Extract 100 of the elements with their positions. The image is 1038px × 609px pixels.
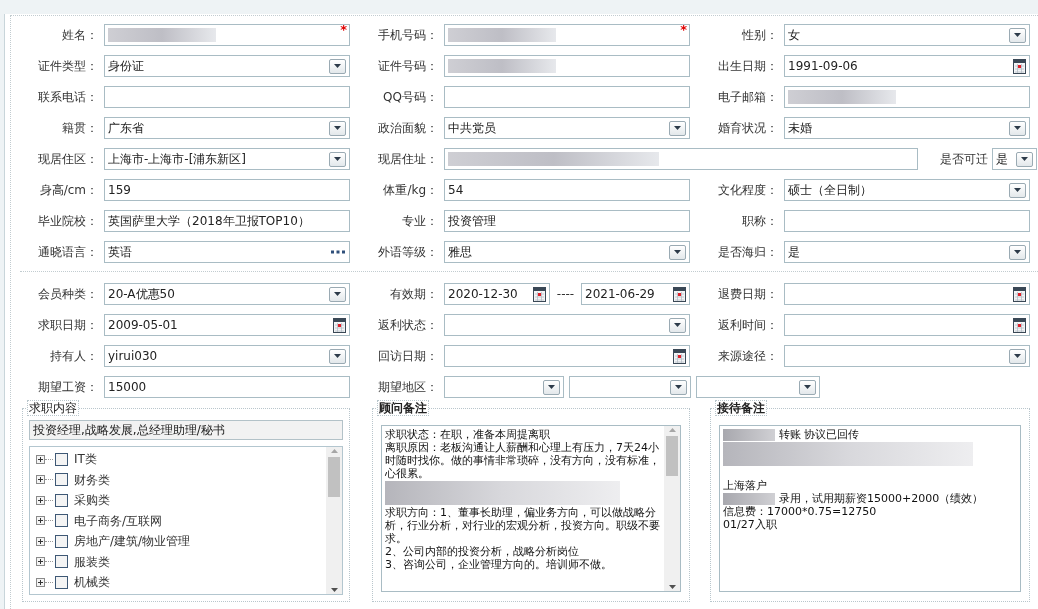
- dropdown-button[interactable]: [543, 379, 560, 395]
- summary-field[interactable]: 投资经理,战略发展,总经理助理/秘书: [29, 420, 343, 440]
- plus-box-icon[interactable]: [36, 495, 45, 505]
- notes-field[interactable]: 转账 协议已回传 上海落户 录用，试用期薪资15000+2000（绩效） 信息费：17000*0.75=12750 01/27入职: [719, 425, 1021, 592]
- text-field[interactable]: [784, 210, 1030, 232]
- dropdown-button[interactable]: [329, 58, 346, 74]
- text-field[interactable]: 54: [444, 179, 690, 201]
- text-field[interactable]: [444, 86, 690, 108]
- select-field[interactable]: [444, 376, 564, 398]
- checkbox[interactable]: [55, 575, 68, 589]
- caret-down-icon: [334, 354, 341, 358]
- tree-item-label[interactable]: 采购类: [74, 491, 110, 510]
- dropdown-button[interactable]: [329, 120, 346, 136]
- tree-item-label[interactable]: 房地产/建筑/物业管理: [74, 532, 191, 551]
- field-label: 退费日期：: [717, 286, 778, 303]
- select-field[interactable]: [569, 376, 691, 398]
- dropdown-button[interactable]: [669, 317, 686, 333]
- checkbox[interactable]: [55, 555, 68, 569]
- calendar-icon[interactable]: [333, 317, 346, 333]
- plus-box-icon[interactable]: [36, 536, 45, 546]
- dropdown-button[interactable]: [799, 379, 816, 395]
- date-field[interactable]: 2009-05-01: [104, 314, 350, 336]
- checkbox[interactable]: [55, 534, 68, 548]
- calendar-icon[interactable]: [673, 348, 686, 364]
- dropdown-button[interactable]: [670, 379, 687, 395]
- select-field[interactable]: 广东省: [104, 117, 350, 139]
- text-field[interactable]: 159: [104, 179, 350, 201]
- text-field[interactable]: [444, 148, 918, 170]
- tree-item-label[interactable]: IT类: [74, 450, 97, 469]
- tree-item-label[interactable]: 财务类: [74, 470, 110, 489]
- tree-item-label[interactable]: 电子商务/互联网: [74, 511, 163, 530]
- plus-box-icon[interactable]: [36, 454, 45, 464]
- text-field[interactable]: *: [104, 24, 350, 46]
- date-field[interactable]: [784, 283, 1030, 305]
- scroll-down-icon[interactable]: [668, 585, 676, 589]
- select-field[interactable]: 上海市-上海市-[浦东新区]: [104, 148, 350, 170]
- tree-item-label[interactable]: 服装类: [74, 552, 110, 571]
- caret-down-icon: [1014, 250, 1021, 254]
- plus-box-icon[interactable]: [36, 475, 45, 485]
- text-field[interactable]: [104, 86, 350, 108]
- scroll-thumb[interactable]: [666, 436, 678, 476]
- select-field[interactable]: yirui030: [104, 345, 350, 367]
- checkbox[interactable]: [55, 452, 68, 466]
- plus-box-icon[interactable]: [36, 577, 45, 587]
- ellipsis-icon[interactable]: [331, 250, 345, 254]
- dropdown-button[interactable]: [1009, 348, 1026, 364]
- date-field[interactable]: [444, 345, 690, 367]
- dropdown-button[interactable]: [329, 286, 346, 302]
- text-field[interactable]: [444, 55, 690, 77]
- dropdown-button[interactable]: [329, 151, 346, 167]
- field-label: 是否可迁: [940, 151, 988, 168]
- select-field[interactable]: 硕士（全日制）: [784, 179, 1030, 201]
- dropdown-button[interactable]: [1009, 120, 1026, 136]
- dropdown-button[interactable]: [1009, 182, 1026, 198]
- required-marker: *: [680, 23, 687, 36]
- checkbox[interactable]: [55, 514, 68, 528]
- date-field[interactable]: 2020-12-30: [444, 283, 550, 305]
- date-field[interactable]: 1991-09-06: [784, 55, 1030, 77]
- select-field[interactable]: 中共党员: [444, 117, 690, 139]
- scroll-down-icon[interactable]: [330, 588, 338, 592]
- plus-box-icon[interactable]: [36, 557, 45, 567]
- text-field[interactable]: [784, 86, 1030, 108]
- plus-box-icon[interactable]: [36, 516, 45, 526]
- scrollbar[interactable]: [326, 447, 342, 594]
- select-field[interactable]: [444, 314, 690, 336]
- select-field[interactable]: 是: [992, 148, 1037, 170]
- notes-field[interactable]: 求职状态：在职，准备本周提离职 离职原因：老板沟通让人薪酬和心理上有压力，7天24小时随时找你。做的事情非常琐碎，没有方向，没有标准，心很累。 求职方向：1、董事长助理，偏业务方向，可以做战略分析，行业分析，对行业的宏观分析，投资方向。职级不要求。 2、公司内部的投资分析，战略分析岗位 3、咨询公司，企业管理方向的。培训师不做。: [381, 425, 681, 592]
- field-label: 出生日期：: [717, 58, 778, 75]
- dropdown-button[interactable]: [1016, 151, 1033, 167]
- dropdown-button[interactable]: [1009, 27, 1026, 43]
- text-field[interactable]: 投资管理: [444, 210, 690, 232]
- checkbox[interactable]: [55, 473, 68, 487]
- scroll-thumb[interactable]: [328, 457, 340, 497]
- calendar-icon[interactable]: [1013, 317, 1026, 333]
- select-field[interactable]: 雅思: [444, 241, 690, 263]
- tree-item-label[interactable]: 机械类: [74, 573, 110, 592]
- select-field[interactable]: [784, 345, 1030, 367]
- calendar-icon[interactable]: [1013, 58, 1026, 74]
- text-field[interactable]: 英国萨里大学（2018年卫报TOP10）: [104, 210, 350, 232]
- select-field[interactable]: 女: [784, 24, 1030, 46]
- text-field[interactable]: 15000: [104, 376, 350, 398]
- dropdown-button[interactable]: [329, 348, 346, 364]
- dropdown-button[interactable]: [669, 120, 686, 136]
- calendar-icon[interactable]: [533, 286, 546, 302]
- select-field[interactable]: 未婚: [784, 117, 1030, 139]
- select-field[interactable]: [696, 376, 820, 398]
- scrollbar[interactable]: [664, 426, 680, 591]
- text-field[interactable]: *: [444, 24, 690, 46]
- dropdown-button[interactable]: [1009, 244, 1026, 260]
- select-field[interactable]: 是: [784, 241, 1030, 263]
- calendar-icon[interactable]: [1013, 286, 1026, 302]
- select-field[interactable]: 身份证: [104, 55, 350, 77]
- field-label: 联系电话：: [37, 89, 98, 106]
- date-field[interactable]: [784, 314, 1030, 336]
- date-field[interactable]: 2021-06-29: [581, 283, 690, 305]
- checkbox[interactable]: [55, 493, 68, 507]
- select-field[interactable]: 20-A优惠50: [104, 283, 350, 305]
- dropdown-button[interactable]: [669, 244, 686, 260]
- calendar-icon[interactable]: [673, 286, 686, 302]
- lookup-field[interactable]: 英语: [104, 241, 350, 263]
